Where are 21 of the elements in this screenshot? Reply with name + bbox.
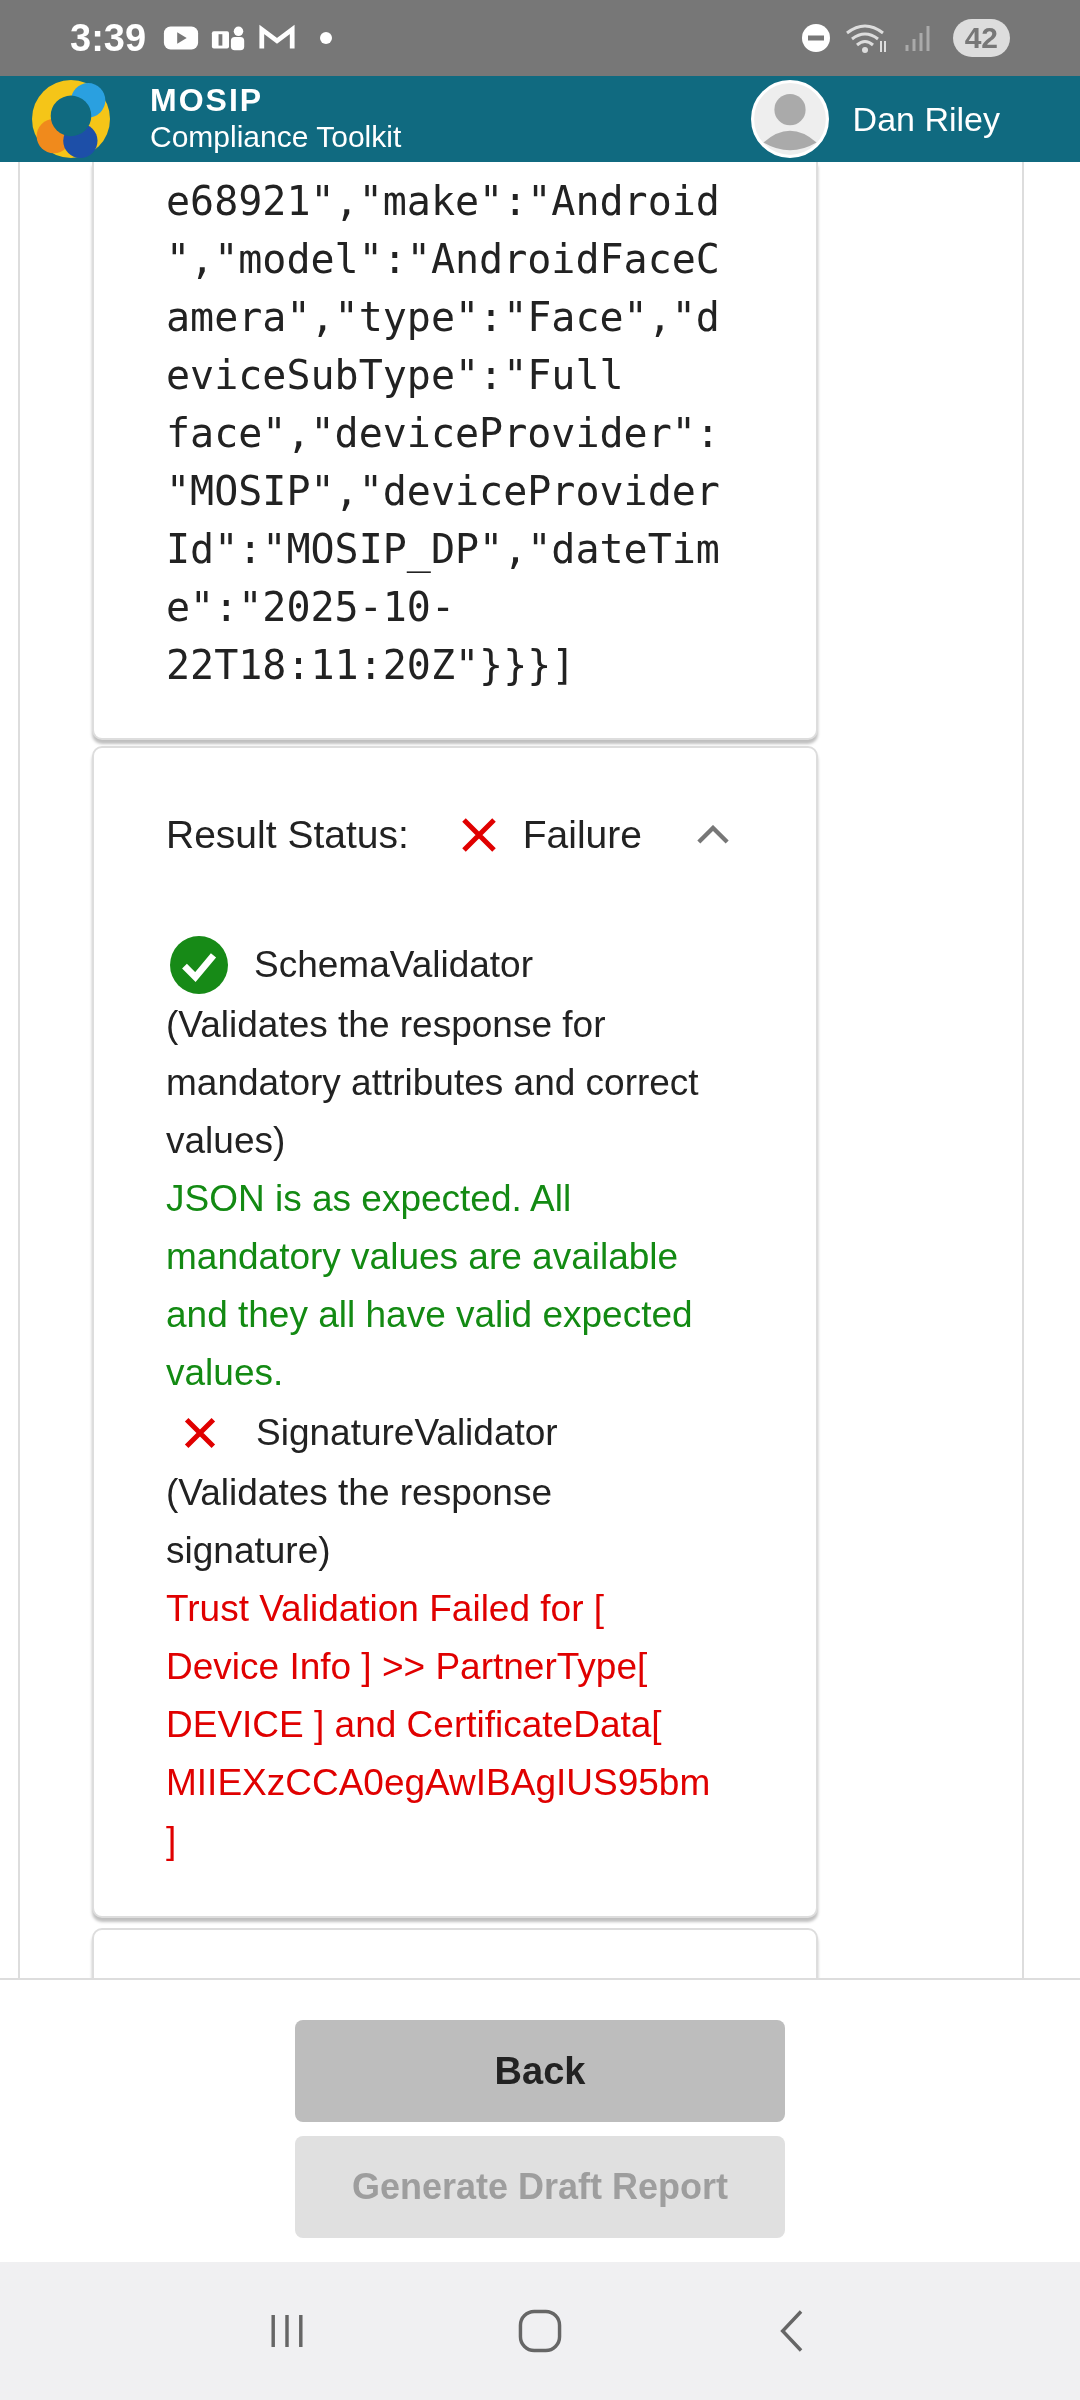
home-icon[interactable] (517, 2308, 563, 2354)
collapse-chevron-icon[interactable] (696, 825, 730, 845)
notification-dot-icon (320, 32, 333, 44)
request-json-text: e68921","make":"Android","model":"AndroidFaceCamera","type":"Face","deviceSubType":"Full face","deviceProvider":"MOSIP","deviceProviderId":"MOSIP_DP","dateTime":"2025-10-22T18:11:20Z"}}}] (166, 177, 720, 690)
validator-message: Trust Validation Failed for [ Device Info ] >> PartnerType[ DEVICE ] and CertificateData[ MIIEXzCCA0egAwIBAgIUS95bm ] (166, 1587, 712, 1863)
user-name: Dan Riley (852, 99, 1000, 139)
back-button[interactable]: Back (295, 2020, 785, 2122)
wifi-icon (844, 23, 889, 53)
avatar-icon[interactable] (750, 80, 829, 158)
logo-icon (32, 80, 110, 158)
validator-name: SignatureValidator (256, 1411, 558, 1455)
app-subtitle: Compliance Toolkit (150, 119, 402, 155)
status-time: 3:39 (70, 16, 147, 60)
validator-description: (Validates the response signature) (166, 1471, 553, 1573)
result-status-label: Result Status: (166, 813, 409, 857)
validator-message: JSON is as expected. All mandatory values are available and they all have valid expected values. (166, 1177, 694, 1395)
battery-level: 42 (952, 19, 1010, 57)
validator-name: SchemaValidator (254, 943, 534, 987)
result-status-value: Failure (522, 813, 642, 857)
app-title: MOSIP (150, 82, 265, 118)
validator-description: (Validates the response for mandatory attributes and correct values) (166, 1003, 700, 1163)
